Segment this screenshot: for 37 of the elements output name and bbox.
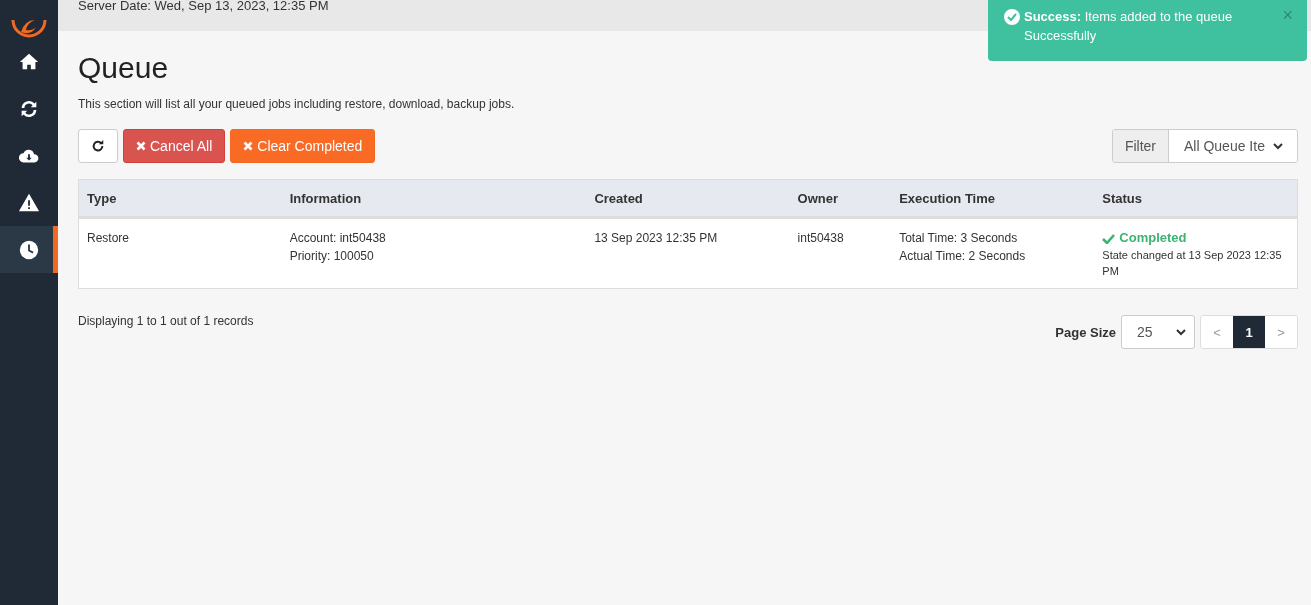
refresh-button[interactable]: [78, 129, 118, 163]
table-cell: Total Time: 3 Seconds Actual Time: 2 Seconds: [891, 217, 1095, 289]
table-cell: Account: int50438 Priority: 100050: [281, 217, 587, 289]
close-icon: [243, 141, 254, 151]
check-icon: [1102, 232, 1116, 244]
clock-icon: [18, 238, 40, 261]
column-header: Created: [586, 179, 790, 218]
table-cell: 13 Sep 2023 12:35 PM: [586, 217, 790, 289]
column-header: Information: [281, 179, 587, 218]
chevron-down-icon: [1176, 328, 1186, 336]
cancel-all-button[interactable]: Cancel All: [123, 129, 226, 163]
refresh-icon: [91, 139, 105, 153]
logo-icon: [11, 20, 47, 38]
filter-dropdown[interactable]: Filter All Queue Ite: [1111, 129, 1298, 163]
page-button[interactable]: 1: [1233, 316, 1265, 348]
table-cell: int50438: [789, 217, 892, 289]
page-size-label: Page Size: [1055, 324, 1116, 340]
page-button[interactable]: <: [1201, 316, 1233, 348]
column-header: Type: [78, 179, 282, 218]
column-header: Owner: [789, 179, 892, 218]
page-title: Queue: [78, 51, 170, 85]
server-date: Server Date: Wed, Sep 13, 2023, 12:35 PM: [78, 0, 329, 13]
page-button[interactable]: >: [1265, 316, 1297, 348]
column-header: Status: [1094, 179, 1298, 218]
table-cell: Restore: [78, 217, 282, 289]
check-circle-icon: [1004, 9, 1020, 25]
toast-message: Success: Items added to the queue Successfully: [1024, 8, 1234, 45]
clear-completed-button[interactable]: Clear Completed: [230, 129, 376, 163]
sidebar-item[interactable]: [0, 226, 58, 273]
column-header: Execution Time: [891, 179, 1095, 218]
close-icon: [136, 141, 146, 151]
status-text: Completed: [1119, 229, 1187, 247]
page-description: This section will list all your queued jobs including restore, download, backup jobs.: [78, 97, 516, 111]
records-summary: Displaying 1 to 1 out of 1 records: [78, 314, 254, 328]
chevron-down-icon: [1272, 142, 1283, 150]
page-size-dropdown[interactable]: 25: [1121, 315, 1195, 349]
status-detail: State changed at 13 Sep 2023 12:35 PM: [1102, 248, 1283, 279]
